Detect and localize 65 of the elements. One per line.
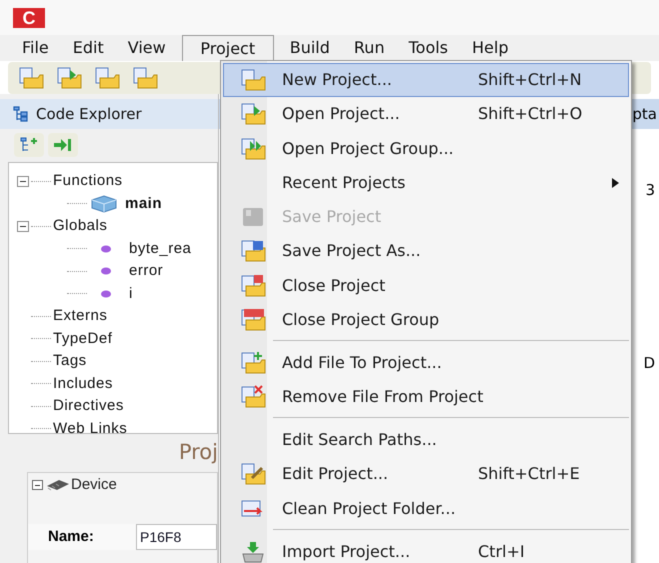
menu-item[interactable]: Run — [346, 35, 393, 61]
name-field[interactable]: P16F8 — [136, 524, 217, 550]
menu-option[interactable]: Open Project Group... — [223, 131, 629, 166]
group-title: Device — [71, 474, 117, 495]
menu-item[interactable]: Build — [282, 35, 338, 61]
tree-item[interactable]: Functions — [53, 170, 123, 192]
menu-option[interactable]: Close Project — [223, 268, 629, 303]
tree-plus-icon — [19, 137, 39, 153]
folder-close-icon — [240, 308, 266, 332]
menu-option[interactable]: Recent Projects — [223, 166, 629, 200]
disk-folder-icon — [240, 239, 266, 264]
tab-label[interactable]: pta — [632, 102, 657, 126]
tree-item[interactable]: Globals — [53, 215, 108, 238]
folder-arrows-icon — [240, 136, 266, 161]
menu-item[interactable]: View — [120, 35, 174, 61]
folder-close-icon — [240, 274, 266, 298]
menu-option[interactable]: Remove File From Project — [223, 380, 629, 414]
document-folder-icon — [18, 66, 44, 90]
menu-option[interactable]: Save Project As... — [223, 234, 629, 268]
tree-item[interactable]: Includes — [53, 372, 113, 395]
menu-item[interactable]: Tools — [400, 35, 456, 61]
panel-title: Proj — [178, 439, 218, 466]
menu-option[interactable]: New Project... Shift+Ctrl+N — [223, 63, 629, 98]
tree-item[interactable]: Directives — [53, 395, 124, 418]
tree-item[interactable]: i — [129, 282, 133, 305]
panel-title: Code Explorer — [36, 104, 142, 125]
folder-arrow-icon — [240, 102, 266, 126]
dot-icon — [99, 244, 113, 254]
menu-item[interactable]: Project — [182, 35, 274, 61]
basket-arrow-icon — [240, 540, 266, 563]
document-folder-icon — [240, 68, 266, 92]
folder-plus-icon — [240, 350, 266, 375]
collapse-toggle[interactable] — [32, 480, 43, 490]
menu-option[interactable]: Edit Project... Shift+Ctrl+E — [223, 457, 629, 492]
tree-item[interactable]: TypeDef — [53, 328, 112, 350]
editor-text: D — [643, 352, 655, 374]
menu-item[interactable]: Help — [464, 35, 516, 61]
tree-icon — [12, 106, 28, 122]
collapse-toggle[interactable] — [17, 176, 29, 187]
add-tree-button[interactable] — [14, 133, 44, 157]
menu-option[interactable]: Close Project Group — [223, 302, 629, 337]
field-label: Name: — [48, 526, 95, 547]
tree-item[interactable]: main — [125, 192, 162, 215]
tree-item[interactable]: Externs — [53, 305, 108, 328]
menu-item[interactable]: File — [14, 35, 57, 61]
cube-icon — [89, 194, 119, 213]
arrow-bar-icon — [53, 138, 73, 152]
menu-option[interactable]: Open Project... Shift+Ctrl+O — [223, 97, 629, 132]
tree-item[interactable]: byte_rea — [129, 238, 192, 260]
menu-option[interactable]: Add File To Project... — [223, 346, 629, 380]
editor-text: 3 — [645, 180, 655, 201]
tree-item[interactable]: error — [129, 260, 164, 282]
dot-icon — [99, 288, 113, 299]
dot-icon — [99, 266, 113, 276]
menu-option[interactable]: Import Project... Ctrl+I — [223, 534, 629, 563]
menu-option[interactable]: Clean Project Folder... — [223, 492, 629, 526]
jump-button[interactable] — [48, 133, 78, 157]
tree-item[interactable]: Tags — [53, 350, 87, 372]
menu-option[interactable]: Edit Search Paths... — [223, 423, 629, 458]
folder-cross-icon — [240, 385, 266, 410]
menu-item[interactable]: Edit — [64, 35, 112, 61]
tree-item[interactable]: Web Links — [53, 418, 128, 440]
app-logo: C — [13, 8, 45, 28]
collapse-toggle[interactable] — [17, 220, 29, 232]
folder-arrow-icon — [56, 66, 82, 90]
